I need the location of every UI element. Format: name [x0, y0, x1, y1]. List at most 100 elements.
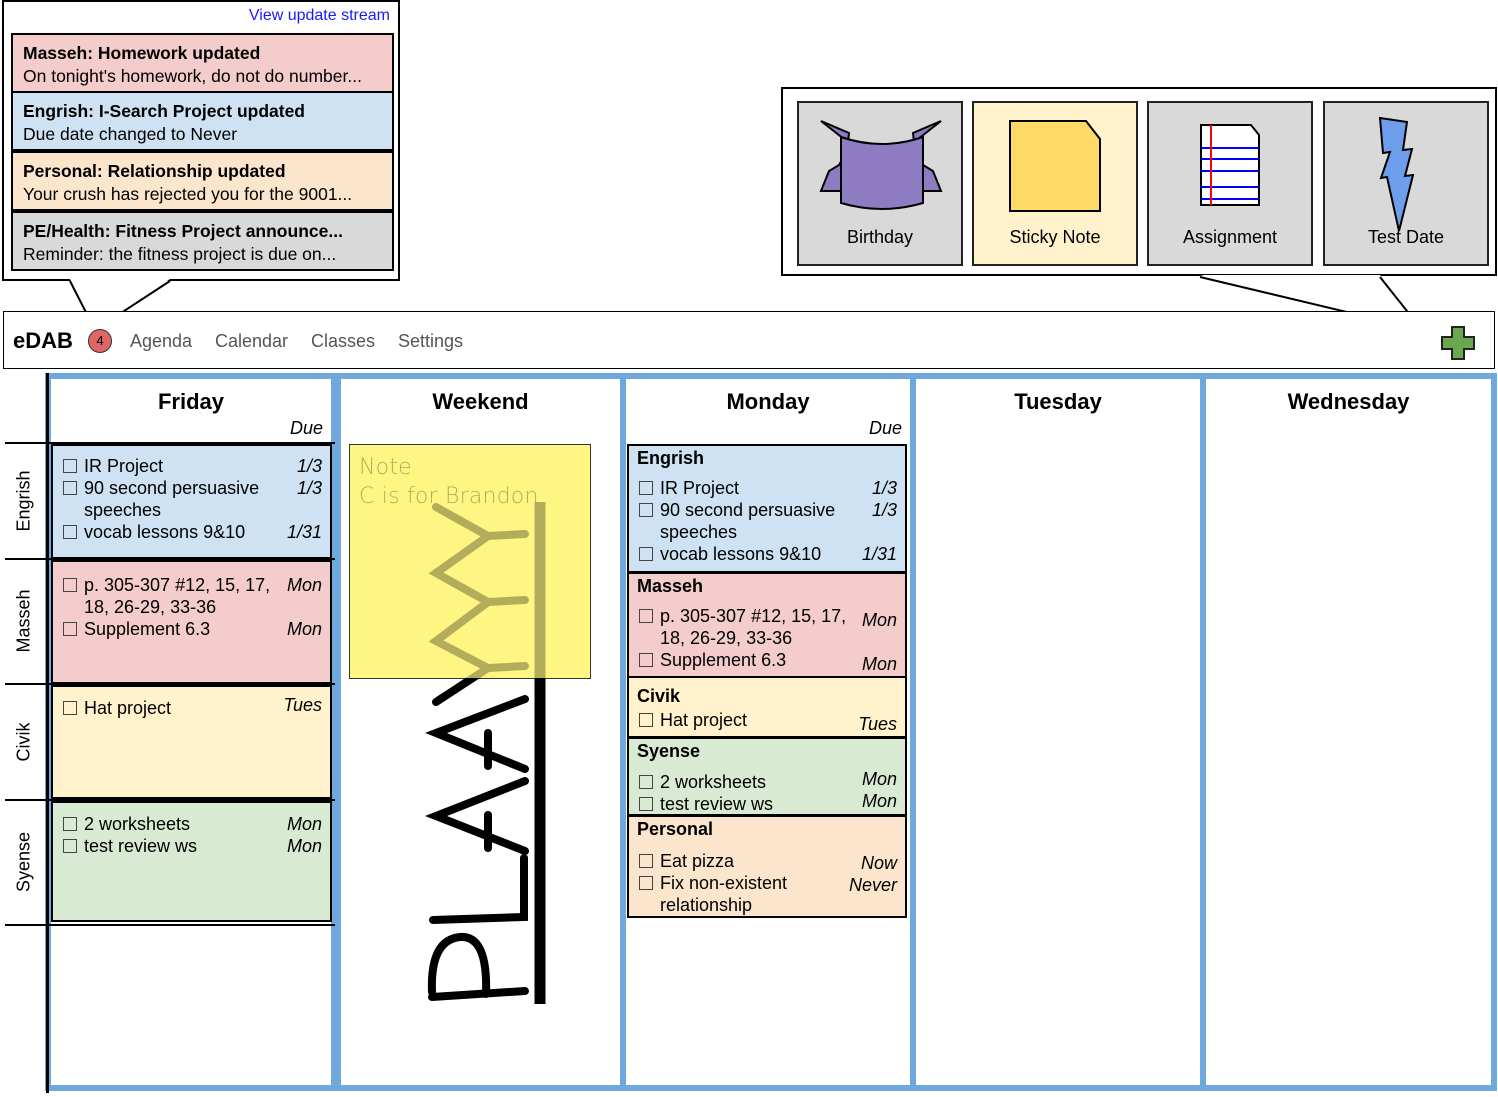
- due-column-label: Due: [289, 418, 323, 438]
- row-divider: [5, 924, 335, 926]
- row-label-syense: Syense: [0, 800, 48, 924]
- task-item: p. 305-307 #12, 15, 17, 18, 26-29, 33-36…: [63, 574, 322, 618]
- add-item-popover: Birthday Sticky Note Assignment Test Dat…: [781, 87, 1497, 276]
- task-checkbox[interactable]: [639, 609, 653, 623]
- class-box-engrish: IR Project 1/3 90 second persuasive speec…: [51, 444, 332, 559]
- option-label: Test Date: [1367, 227, 1445, 247]
- task-due: Mon: [286, 575, 322, 595]
- task-name: IR Project: [660, 478, 740, 498]
- update-item[interactable]: Engrish: I-Search Project updated Due da…: [11, 91, 394, 151]
- add-assignment-option[interactable]: Assignment: [1147, 101, 1313, 266]
- add-test-date-option[interactable]: Test Date: [1323, 101, 1489, 266]
- task-name: test review ws: [84, 836, 198, 856]
- task-name: Supplement 6.3: [660, 650, 787, 670]
- day-title: Friday: [157, 389, 225, 414]
- class-box-syense: Syense 2 worksheets Mon test review ws Mon: [627, 737, 907, 816]
- class-box-syense: 2 worksheets Mon test review ws Mon: [51, 801, 332, 922]
- task-item: Supplement 6.3 Mon: [63, 618, 322, 640]
- day-column-tuesday: Tuesday: [910, 373, 1206, 1091]
- add-sticky-note-option[interactable]: Sticky Note: [972, 101, 1138, 266]
- task-name: IR Project: [84, 456, 164, 476]
- nav-agenda[interactable]: Agenda: [130, 331, 192, 352]
- task-name: Hat project: [84, 698, 172, 718]
- day-title: Monday: [726, 389, 810, 414]
- task-name: vocab lessons 9&10: [84, 522, 246, 542]
- update-title: Masseh: Homework updated: [23, 43, 261, 63]
- task-due: Mon: [861, 791, 897, 811]
- plus-icon[interactable]: [1440, 325, 1476, 361]
- task-checkbox[interactable]: [639, 481, 653, 495]
- sticky-note-icon: [1009, 120, 1101, 212]
- task-item: IR Project 1/3: [63, 455, 322, 477]
- view-update-stream-link[interactable]: View update stream: [249, 7, 390, 25]
- task-item: vocab lessons 9&10 1/31: [639, 543, 897, 565]
- update-title: PE/Health: Fitness Project announce...: [23, 221, 343, 241]
- update-body: Your crush has rejected you for the 9001…: [23, 184, 353, 204]
- update-body: Reminder: the fitness project is due on.…: [23, 244, 337, 264]
- task-name: Fix non-existent relationship: [660, 873, 788, 915]
- task-checkbox[interactable]: [63, 578, 77, 592]
- update-item[interactable]: PE/Health: Fitness Project announce... R…: [11, 211, 394, 271]
- due-column-label: Due: [868, 418, 902, 438]
- task-checkbox[interactable]: [63, 839, 77, 853]
- task-checkbox[interactable]: [639, 775, 653, 789]
- task-checkbox[interactable]: [63, 817, 77, 831]
- notification-badge[interactable]: 4: [88, 329, 112, 353]
- sticky-note[interactable]: Note C is for Brandon: [349, 444, 591, 679]
- task-checkbox[interactable]: [639, 503, 653, 517]
- task-due: Tues: [283, 695, 322, 715]
- add-birthday-option[interactable]: Birthday: [797, 101, 963, 266]
- task-checkbox[interactable]: [63, 481, 77, 495]
- nav-calendar[interactable]: Calendar: [215, 331, 288, 352]
- task-name: 2 worksheets: [84, 814, 191, 834]
- task-checkbox[interactable]: [639, 653, 653, 667]
- app-logo[interactable]: eDAB: [13, 328, 73, 354]
- task-checkbox[interactable]: [63, 622, 77, 636]
- task-due: Mon: [286, 619, 322, 639]
- option-label: Sticky Note: [1009, 227, 1101, 247]
- option-label: Assignment: [1182, 227, 1278, 247]
- task-name: test review ws: [660, 794, 774, 814]
- task-item: p. 305-307 #12, 15, 17, 18, 26-29, 33-36…: [639, 605, 897, 649]
- update-title: Engrish: I-Search Project updated: [23, 101, 305, 121]
- task-item: 90 second persuasive speeches 1/3: [639, 499, 897, 543]
- task-checkbox[interactable]: [639, 854, 653, 868]
- task-checkbox[interactable]: [639, 876, 653, 890]
- task-name: Hat project: [660, 710, 748, 730]
- task-name: Supplement 6.3: [84, 619, 211, 639]
- task-item: Hat project Tues: [639, 709, 897, 734]
- task-item: Hat project Tues: [63, 695, 322, 719]
- class-name: Syense: [637, 741, 701, 761]
- row-label-text: Civik: [13, 722, 34, 761]
- update-item[interactable]: Personal: Relationship updated Your crus…: [11, 151, 394, 211]
- task-due: Mon: [286, 836, 322, 856]
- task-checkbox[interactable]: [63, 525, 77, 539]
- day-column-wednesday: Wednesday: [1200, 373, 1497, 1091]
- class-box-civik: Civik Hat project Tues: [627, 676, 907, 738]
- task-due: 1/3: [871, 478, 897, 498]
- day-title: Wednesday: [1287, 389, 1410, 414]
- task-checkbox[interactable]: [639, 547, 653, 561]
- task-name: p. 305-307 #12, 15, 17, 18, 26-29, 33-36: [84, 575, 271, 617]
- day-title: Tuesday: [1014, 389, 1102, 414]
- row-label-text: Masseh: [13, 589, 34, 653]
- task-checkbox[interactable]: [639, 797, 653, 811]
- task-name: Eat pizza: [660, 851, 735, 871]
- task-due: 1/31: [286, 522, 322, 542]
- row-label-engrish: Engrish: [0, 443, 48, 558]
- nav-settings[interactable]: Settings: [398, 331, 463, 352]
- class-box-masseh: p. 305-307 #12, 15, 17, 18, 26-29, 33-36…: [51, 560, 332, 684]
- task-checkbox[interactable]: [639, 713, 653, 727]
- task-name: 2 worksheets: [660, 772, 767, 792]
- task-due: Mon: [286, 814, 322, 834]
- task-item: Eat pizza Now: [639, 850, 897, 873]
- row-label-masseh: Masseh: [0, 559, 48, 683]
- class-name: Engrish: [637, 448, 705, 468]
- day-title: Weekend: [432, 389, 529, 414]
- task-checkbox[interactable]: [63, 459, 77, 473]
- task-due: Tues: [858, 714, 897, 734]
- nav-classes[interactable]: Classes: [311, 331, 375, 352]
- task-checkbox[interactable]: [63, 701, 77, 715]
- update-item[interactable]: Masseh: Homework updated On tonight's ho…: [11, 33, 394, 93]
- class-box-engrish: Engrish IR Project 1/3 90 second persuasi…: [627, 444, 907, 573]
